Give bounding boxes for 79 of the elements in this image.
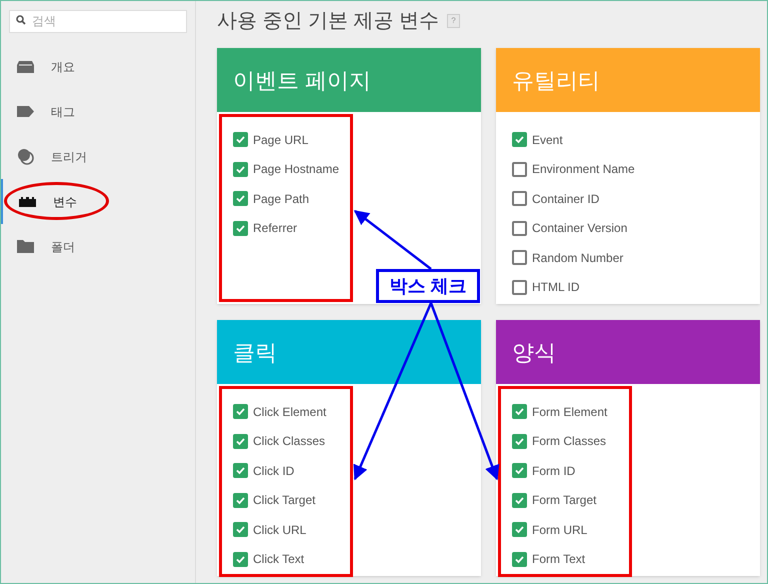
checkbox[interactable] [512,250,527,266]
checkbox[interactable] [233,220,248,236]
callout-label: 박스 체크 [376,269,480,303]
check-icon [514,134,525,146]
variable-label: Referrer [253,220,298,238]
check-icon [514,406,525,418]
checkbox[interactable] [512,220,527,236]
variable-label: Click Element [253,404,326,421]
variable-label: Click Text [253,551,304,568]
checkbox[interactable] [512,463,527,478]
check-icon [235,436,246,447]
variable-label: HTML ID [532,279,580,296]
folder-icon [17,240,34,253]
check-icon [235,222,246,234]
variable-label: Container Version [532,220,628,238]
check-icon [235,465,246,476]
variable-label: Form ID [532,462,576,480]
checkbox[interactable] [512,404,527,420]
variable-label: Container ID [532,190,600,208]
variable-label: Event [532,132,563,149]
card-title: 클릭 [233,338,277,366]
variable-label: Page Hostname [253,161,340,178]
checkbox[interactable] [233,132,248,148]
checkbox[interactable] [512,552,527,567]
variable-label: Page Path [253,190,310,208]
variable-label: Click URL [253,522,306,539]
checkbox[interactable] [233,492,248,508]
variable-label: Form Text [532,551,586,568]
variable-label: Form Element [532,404,608,421]
checkbox[interactable] [233,162,248,177]
nav-item[interactable]: 변수 [1,179,195,224]
card-title: 유틸리티 [512,66,600,94]
checkbox[interactable] [512,492,527,508]
checkbox[interactable] [233,404,248,420]
nav-item[interactable]: 태그 [1,89,195,134]
search-icon [16,15,26,25]
nav-item[interactable]: 개요 [1,44,195,89]
card-title: 양식 [512,338,556,366]
nav-item[interactable]: 폴더 [1,224,195,269]
circles-icon [17,148,34,165]
variable-label: Form URL [532,522,588,539]
check-icon [514,465,525,476]
tag-icon [17,106,34,117]
variable-label: Environment Name [532,161,635,178]
variable-label: Click Target [253,492,316,510]
checkbox[interactable] [512,132,527,148]
check-icon [514,494,525,506]
variable-label: Click ID [253,462,294,480]
variable-label: Form Target [532,492,596,510]
check-icon [235,193,246,204]
checkbox[interactable] [233,191,248,206]
checkbox[interactable] [512,162,527,177]
check-icon [514,554,525,565]
check-icon [235,164,246,175]
variable-label: Click Classes [253,433,326,450]
card-title: 이벤트 페이지 [233,66,372,94]
check-icon [235,406,246,418]
checkbox[interactable] [233,522,248,538]
checkbox[interactable] [512,434,527,449]
search-field[interactable]: 검색 [9,10,187,32]
nav-item[interactable]: 트리거 [1,134,195,179]
check-icon [514,524,525,536]
variable-label: Random Number [532,250,624,267]
variable-label: Form Classes [532,433,606,450]
check-icon [514,436,525,447]
checkbox[interactable] [233,552,248,567]
checkbox[interactable] [233,434,248,449]
check-icon [235,134,246,146]
variable-label: Page URL [253,132,308,149]
blocks-icon [19,196,36,206]
check-icon [235,554,246,565]
checkbox[interactable] [233,463,248,478]
checkbox[interactable] [512,280,527,295]
check-icon [235,524,246,536]
inbox-icon [17,60,34,72]
check-icon [235,494,246,506]
page-title: 사용 중인 기본 제공 변수 [217,9,440,34]
checkbox[interactable] [512,191,527,206]
checkbox[interactable] [512,522,527,538]
